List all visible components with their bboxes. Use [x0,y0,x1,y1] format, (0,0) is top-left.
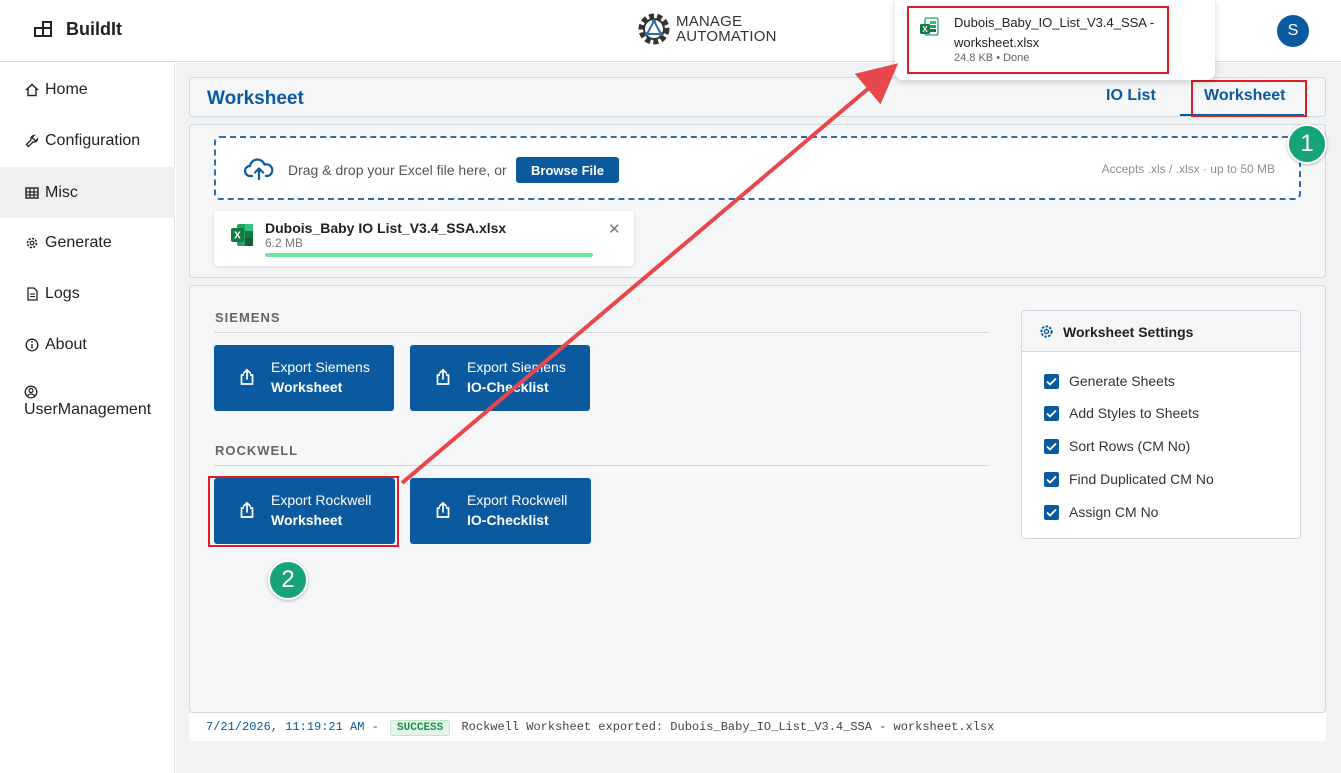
settings-header: Worksheet Settings [1022,311,1300,352]
button-line-2: IO-Checklist [467,512,549,528]
option-label: Sort Rows (CM No) [1069,438,1191,454]
option-generate-sheets[interactable]: Generate Sheets [1044,373,1175,389]
sidebar-item-home[interactable]: Home [0,79,175,101]
export-rockwell-io-checklist-button[interactable]: Export Rockwell IO-Checklist [410,478,591,544]
checkbox-checked-icon[interactable] [1044,438,1059,454]
checkbox-checked-icon[interactable] [1044,471,1059,487]
option-label: Generate Sheets [1069,373,1175,389]
log-entry: 7/21/2026, 11:19:21 AM - SUCCESS Rockwel… [206,720,994,736]
rockwell-worksheet-highlight [208,476,399,547]
option-label: Add Styles to Sheets [1069,405,1199,421]
sidebar-item-label: Misc [45,183,78,201]
gear-icon [1040,325,1053,338]
sidebar-item-label: Home [45,81,88,98]
manage-automation-logo: MANAGE AUTOMATION [634,9,777,49]
gear-icon [26,237,38,249]
cloud-upload-icon [244,158,274,180]
sidebar-item-label: Generate [45,234,112,251]
sidebar-item-misc[interactable]: Misc [0,167,175,218]
info-icon [25,338,39,352]
option-add-styles[interactable]: Add Styles to Sheets [1044,405,1199,421]
step-marker-1: 1 [1287,124,1327,164]
uploaded-file-size: 6.2 MB [265,236,304,250]
worksheet-tab-highlight [1191,80,1307,117]
sidebar-item-usermanagement[interactable]: UserManagement [0,385,175,429]
rockwell-divider [214,465,989,466]
checkbox-checked-icon[interactable] [1044,504,1059,520]
checkbox-checked-icon[interactable] [1044,405,1059,421]
uploaded-file-card: X Dubois_Baby IO List_V3.4_SSA.xlsx 6.2 … [214,211,634,266]
logo-gear-icon [638,13,670,45]
rockwell-section-label: ROCKWELL [215,443,299,458]
logo-line-1: MANAGE [676,13,743,30]
svg-text:X: X [234,231,241,242]
upload-progress-bar [265,253,593,257]
upload-progress-fill [265,253,593,257]
option-label: Find Duplicated CM No [1069,471,1214,487]
export-siemens-io-checklist-button[interactable]: Export Siemens IO-Checklist [410,345,590,411]
wrench-icon [25,134,39,148]
siemens-section-label: SIEMENS [215,310,281,325]
page-title: Worksheet [207,88,304,109]
app-name: BuildIt [66,19,122,39]
home-icon [25,83,39,97]
accepted-formats-text: Accepts .xls / .xlsx · up to 50 MB [1101,162,1275,176]
table-icon [25,186,39,199]
option-sort-rows[interactable]: Sort Rows (CM No) [1044,438,1190,454]
worksheet-settings-card: Worksheet Settings Generate Sheets Add S… [1021,310,1301,539]
button-line-2: Worksheet [271,379,343,395]
uploaded-file-name: Dubois_Baby IO List_V3.4_SSA.xlsx [265,220,507,236]
browse-file-button[interactable]: Browse File [516,157,619,183]
checkbox-checked-icon[interactable] [1044,373,1059,389]
dropzone-text: Drag & drop your Excel file here, or [288,162,507,178]
logo-line-2: AUTOMATION [676,28,777,45]
sidebar-item-about[interactable]: About [0,334,175,356]
option-find-duplicated[interactable]: Find Duplicated CM No [1044,471,1214,487]
app-brand[interactable]: BuildIt [34,19,122,40]
share-export-icon [240,368,254,385]
settings-title: Worksheet Settings [1063,324,1194,340]
tab-io-list[interactable]: IO List [1106,87,1156,105]
excel-file-icon: X [231,224,253,246]
user-avatar[interactable]: S [1277,15,1309,47]
siemens-divider [214,332,989,333]
log-timestamp: 7/21/2026, 11:19:21 AM [206,720,365,734]
option-label: Assign CM No [1069,504,1159,520]
sidebar-item-label: UserManagement [24,401,152,418]
user-circle-icon [24,385,38,399]
document-icon [27,287,38,301]
export-siemens-worksheet-button[interactable]: Export Siemens Worksheet [214,345,394,411]
button-line-1: Export Siemens [467,359,566,375]
sidebar-item-label: Configuration [45,132,141,149]
sidebar-item-configuration[interactable]: Configuration [0,130,175,152]
button-line-1: Export Rockwell [467,492,568,508]
download-highlight [907,6,1169,74]
log-separator: - [371,720,379,734]
worksheet-header: Worksheet IO List Worksheet [189,77,1326,117]
button-line-1: Export Siemens [271,359,370,375]
option-assign-cm-no[interactable]: Assign CM No [1044,504,1158,520]
log-message: Rockwell Worksheet exported: Dubois_Baby… [461,720,995,734]
sidebar-item-logs[interactable]: Logs [0,283,175,305]
share-export-icon [436,368,450,385]
sidebar-item-label: Logs [45,285,80,302]
blocks-icon [34,20,56,39]
log-bar: 7/21/2026, 11:19:21 AM - SUCCESS Rockwel… [189,713,1326,741]
file-dropzone[interactable]: Drag & drop your Excel file here, or Bro… [214,136,1301,200]
log-status-badge: SUCCESS [390,720,451,736]
remove-file-icon[interactable]: ✕ [608,220,621,238]
sidebar: Home Configuration Misc Generate Logs Ab… [0,63,175,773]
step-marker-2: 2 [268,560,308,600]
button-line-2: IO-Checklist [467,379,549,395]
sidebar-item-label: About [45,336,87,353]
sidebar-item-generate[interactable]: Generate [0,232,175,254]
share-export-icon [436,501,450,518]
